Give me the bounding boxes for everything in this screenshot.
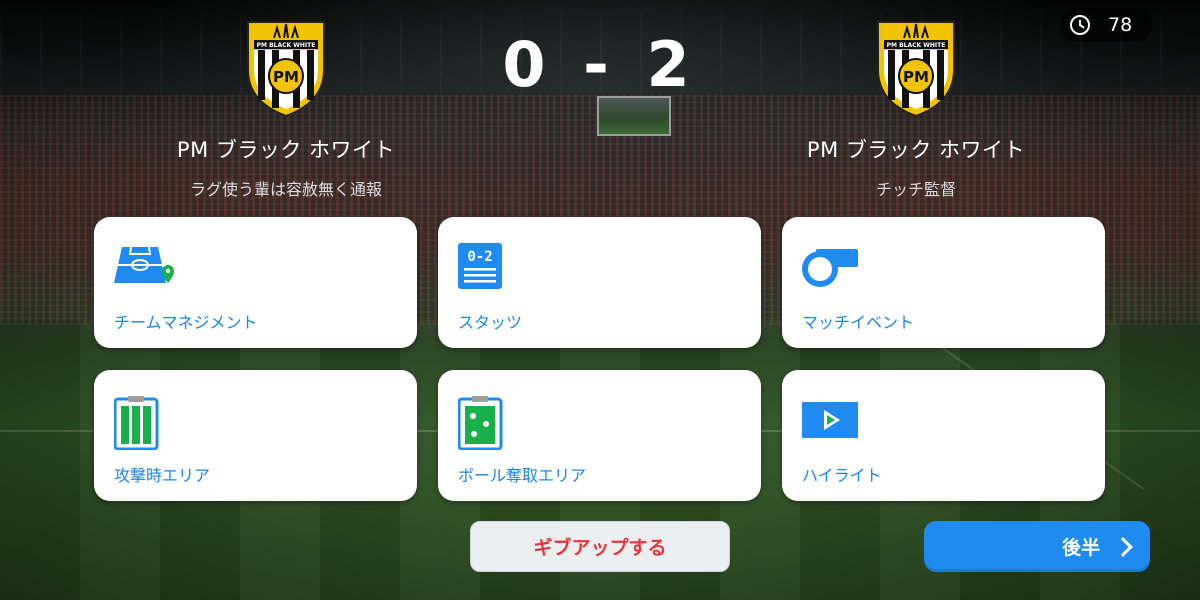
away-team-name: PM ブラック ホワイト <box>806 138 1026 162</box>
ball-recovery-area-card[interactable]: ボール奪取エリア <box>438 370 761 501</box>
formation-field-icon <box>114 243 174 293</box>
attack-area-card[interactable]: 攻撃時エリア <box>94 370 417 501</box>
away-team: PM BLACK WHITE PM PM ブラック ホワイト チッチ監督 <box>756 18 1076 200</box>
give-up-button[interactable]: ギブアップする <box>470 521 730 572</box>
stats-card[interactable]: 0-2 スタッツ <box>438 217 761 348</box>
ball-recovery-clipboard-icon <box>457 396 518 451</box>
away-team-subtitle: チッチ監督 <box>875 180 956 199</box>
svg-text:PM BLACK WHITE: PM BLACK WHITE <box>257 42 316 49</box>
match-events-card[interactable]: マッチイベント <box>782 217 1105 348</box>
match-score: 0 - 2 <box>502 28 698 101</box>
whistle-icon <box>802 243 862 293</box>
attack-area-clipboard-icon <box>113 396 174 451</box>
svg-text:PM BLACK WHITE: PM BLACK WHITE <box>887 42 946 49</box>
highlights-label: ハイライト <box>802 466 882 485</box>
second-half-button[interactable]: 後半 <box>924 521 1150 572</box>
home-team: PM BLACK WHITE PM PM ブラック ホワイト ラグ使う輩は容赦無… <box>126 18 446 200</box>
stats-label: スタッツ <box>458 313 523 332</box>
highlights-card[interactable]: ハイライト <box>782 370 1105 501</box>
stats-scoreboard-icon: 0-2 <box>458 243 518 293</box>
chevron-right-icon <box>1113 536 1133 557</box>
ball-recovery-area-label: ボール奪取エリア <box>458 466 587 485</box>
match-events-label: マッチイベント <box>802 313 915 332</box>
away-team-crest: PM BLACK WHITE PM <box>874 18 958 118</box>
svg-text:PM: PM <box>273 68 299 86</box>
home-team-crest: PM BLACK WHITE PM <box>244 18 328 118</box>
team-management-label: チームマネジメント <box>114 313 258 332</box>
home-team-name: PM ブラック ホワイト <box>176 138 396 162</box>
attack-area-label: 攻撃時エリア <box>114 466 211 485</box>
play-video-icon <box>802 396 862 446</box>
stadium-screen <box>597 96 671 136</box>
svg-text:0-2: 0-2 <box>467 249 492 265</box>
team-management-card[interactable]: チームマネジメント <box>94 217 417 348</box>
timer-value: 78 <box>1108 14 1133 36</box>
second-half-label: 後半 <box>1061 537 1100 559</box>
home-team-subtitle: ラグ使う輩は容赦無く通報 <box>189 180 382 199</box>
svg-text:PM: PM <box>903 68 929 86</box>
